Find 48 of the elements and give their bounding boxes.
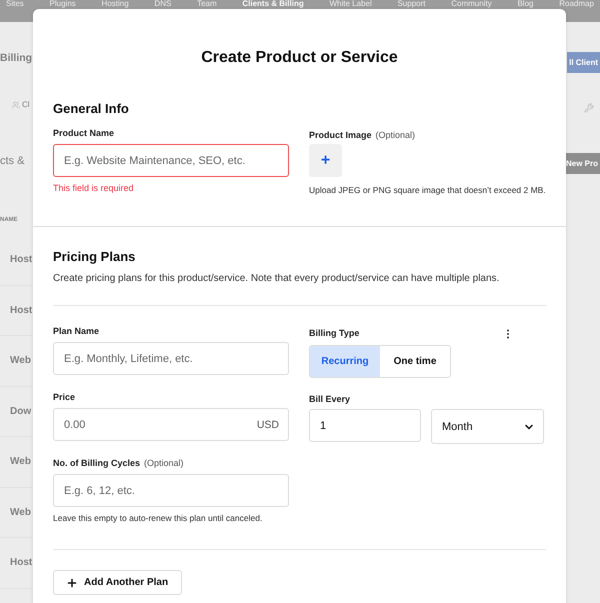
nav-item[interactable]: Team <box>197 0 217 8</box>
page-title: Billing <box>0 52 33 64</box>
nav-item[interactable]: Clients & Billing <box>242 0 304 8</box>
field-label: No. of Billing Cycles (Optional) <box>53 458 185 468</box>
field-label: Plan Name <box>53 326 100 336</box>
nav-item[interactable]: Sites <box>6 0 24 8</box>
add-client-button[interactable]: ll Client <box>567 52 600 73</box>
nav-item[interactable]: White Label <box>329 0 372 8</box>
interval-field[interactable]: 1 <box>309 409 421 442</box>
interval-unit-select[interactable]: Month <box>431 409 544 444</box>
add-plan-button[interactable]: Add Another Plan <box>53 570 182 595</box>
nav-item[interactable]: Plugins <box>50 0 76 8</box>
nav-item[interactable]: Community <box>451 0 492 8</box>
table-cell: Host <box>10 304 32 316</box>
plan-name-field[interactable]: E.g. Monthly, Lifetime, etc. <box>53 342 289 375</box>
users-icon <box>12 100 20 108</box>
field-label: Product Image (Optional) <box>309 130 416 140</box>
table-cell: Host <box>10 254 32 266</box>
field-label: Price <box>53 392 76 402</box>
nav-item[interactable]: Support <box>397 0 426 8</box>
section-heading: Pricing Plans <box>53 249 136 264</box>
billing-cycles-field[interactable]: E.g. 6, 12, etc. <box>53 474 289 507</box>
field-label: Billing Type <box>309 328 360 340</box>
table-cell: Web <box>10 456 31 468</box>
section-heading: General Info <box>53 101 130 116</box>
nav-item[interactable]: Blog <box>517 0 534 8</box>
table-cell: Web <box>10 355 31 366</box>
tab-label[interactable]: Cl <box>22 100 30 109</box>
field-hint: Leave this empty to auto-renew this plan until canceled. <box>53 513 264 523</box>
table-cell: Web <box>10 506 31 518</box>
upload-image-button[interactable]: + <box>309 144 342 177</box>
error-message: This field is required <box>53 183 135 193</box>
upload-hint: Upload JPEG or PNG square image that doesn’t exceed 2 MB. <box>309 185 544 195</box>
product-name-field[interactable]: E.g. Website Maintenance, SEO, etc. <box>53 144 289 177</box>
table-cell: Dow <box>10 406 32 417</box>
modal-title: Create Product or Service <box>200 48 399 67</box>
new-product-button[interactable]: New Pro <box>564 153 600 174</box>
currency-suffix: USD <box>256 419 279 431</box>
plus-icon <box>66 576 78 588</box>
nav-item[interactable]: DNS <box>154 0 172 8</box>
nav-item[interactable]: Hosting <box>102 0 129 8</box>
nav-item[interactable]: Roadmap <box>559 0 594 8</box>
table-cell: Host <box>10 557 32 568</box>
field-label: Product Name <box>53 128 116 138</box>
billing-type-option[interactable]: Recurring <box>310 346 380 377</box>
section-description: Create pricing plans for this product/service. Note that every product/service can have multiple plans. <box>53 273 500 284</box>
field-label: Bill Every <box>309 394 352 404</box>
section-title: cts & <box>0 155 26 167</box>
